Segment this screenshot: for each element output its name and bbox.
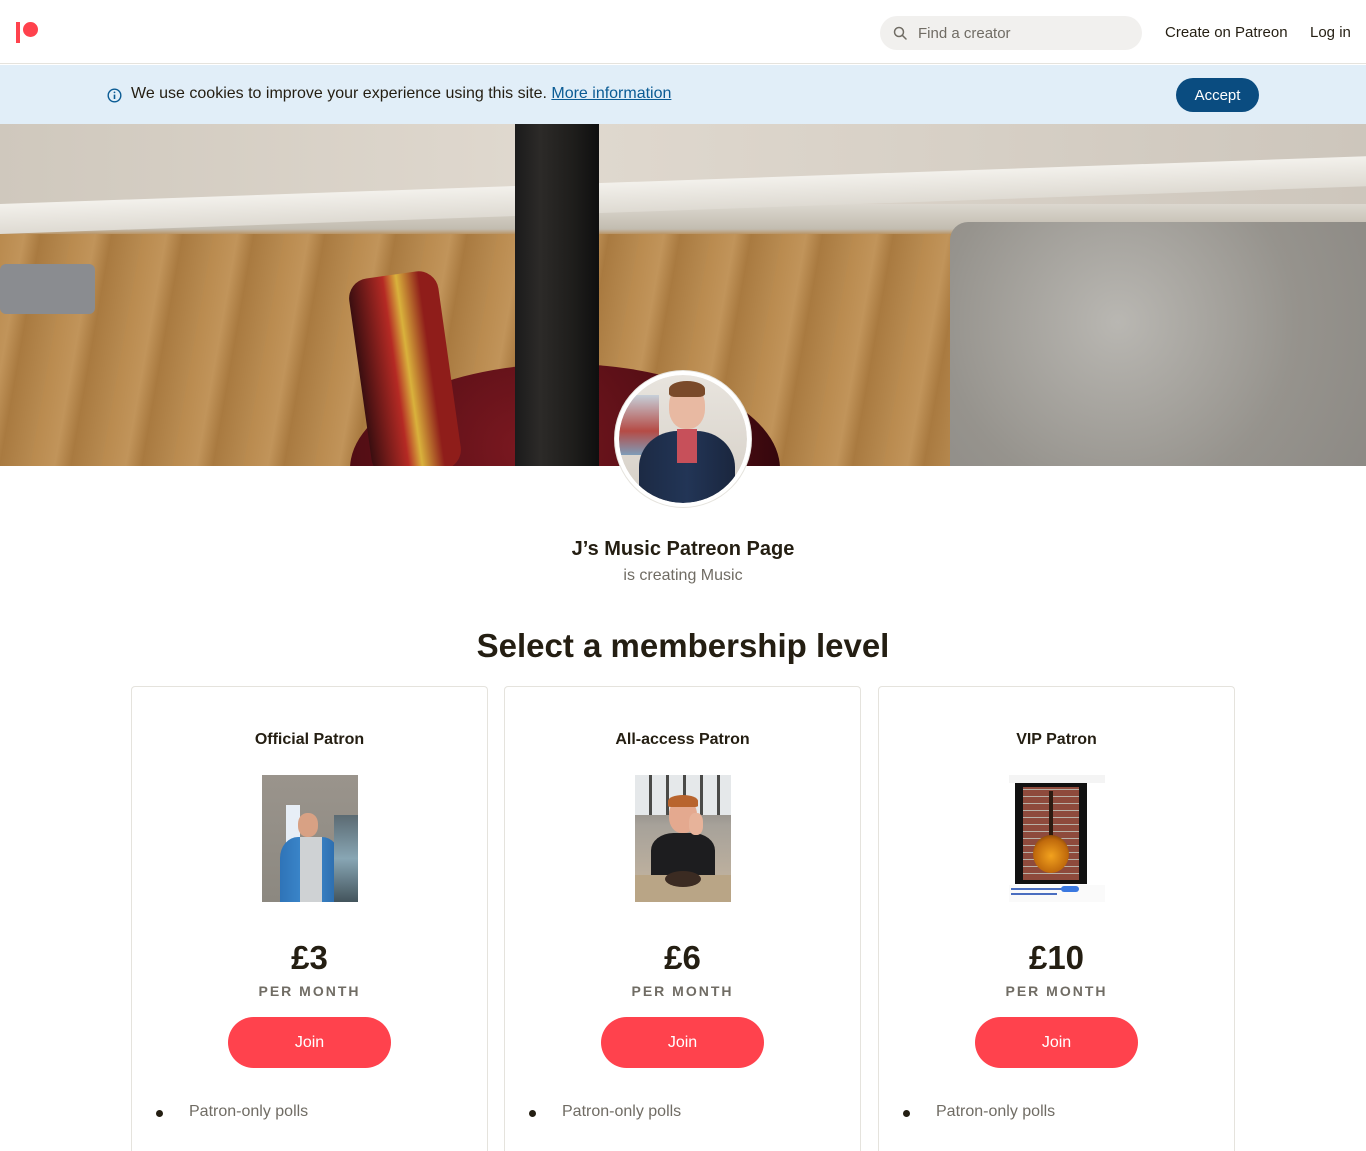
tier-period: PER MONTH [1005,983,1108,999]
info-icon [107,88,122,103]
caption-button [1061,886,1079,892]
tier-card-vip-patron: VIP Patron £10 PER MONTH Join Patron-onl… [878,686,1235,1151]
tier-image-statusbar [1009,775,1105,783]
avatar-photo [619,375,747,503]
bullet-icon [529,1110,536,1117]
benefit-item: Patron-only polls [529,1103,839,1123]
creator-name: J’s Music Patreon Page [571,538,795,560]
create-on-patreon-link[interactable]: Create on Patreon [1165,24,1288,41]
accept-cookies-button[interactable]: Accept [1176,78,1259,112]
membership-title: Select a membership level [476,627,890,664]
logo-dot [23,22,38,37]
search-icon [893,26,907,40]
tier-image-plate [665,871,701,887]
cover-amp-handle [0,264,95,314]
tier-period: PER MONTH [258,983,361,999]
tier-image-caption [1009,885,1105,902]
tier-image-guitar-neck [1049,791,1053,841]
search-box [880,16,1142,50]
benefit-item: Patron-only polls [903,1103,1213,1123]
cookie-message: We use cookies to improve your experienc… [131,85,671,103]
join-button[interactable]: Join [975,1017,1138,1068]
creator-subtitle: is creating Music [623,567,743,584]
benefit-item: Patron-only polls [156,1103,466,1123]
tier-price: £6 [664,939,701,976]
tier-card-official-patron: Official Patron £3 PER MONTH Join Patron… [131,686,488,1151]
tier-image-guitar-body [1033,835,1069,873]
bullet-icon [156,1110,163,1117]
benefit-text: Patron-only polls [189,1103,309,1120]
tier-image-shelf [334,815,358,902]
tier-card-all-access-patron: All-access Patron £6 PER MONTH Join Patr… [504,686,861,1151]
patreon-logo[interactable] [16,20,40,44]
tier-image-shirt [300,837,322,902]
tier-image [1009,775,1105,902]
benefit-text: Patron-only polls [936,1103,1056,1120]
benefit-text: Patron-only polls [562,1103,682,1120]
search-input[interactable] [918,16,1133,50]
tier-image [635,775,731,902]
join-button[interactable]: Join [601,1017,764,1068]
join-button[interactable]: Join [228,1017,391,1068]
tier-period: PER MONTH [631,983,734,999]
caption-line [1011,893,1057,895]
avatar-hair [669,381,705,397]
tier-image [262,775,358,902]
tier-name: Official Patron [254,731,365,748]
bullet-icon [903,1110,910,1117]
cover-rug [950,222,1366,466]
logo-bar [16,22,20,43]
creator-avatar [615,371,751,507]
avatar-shirt [677,429,697,463]
tier-image-hand [689,813,703,835]
top-nav: Create on Patreon Log in [0,0,1366,64]
cookie-text: We use cookies to improve your experienc… [131,85,547,102]
tier-name: All-access Patron [615,731,750,748]
tier-price: £10 [1028,939,1085,976]
cover-guitar-neck [515,124,599,466]
tier-price: £3 [291,939,328,976]
tier-image-head [298,813,318,837]
tier-image-hair [668,795,698,807]
log-in-link[interactable]: Log in [1310,24,1351,41]
more-information-link[interactable]: More information [551,85,671,102]
tier-name: VIP Patron [1016,731,1097,748]
cookie-banner: We use cookies to improve your experienc… [0,65,1366,124]
